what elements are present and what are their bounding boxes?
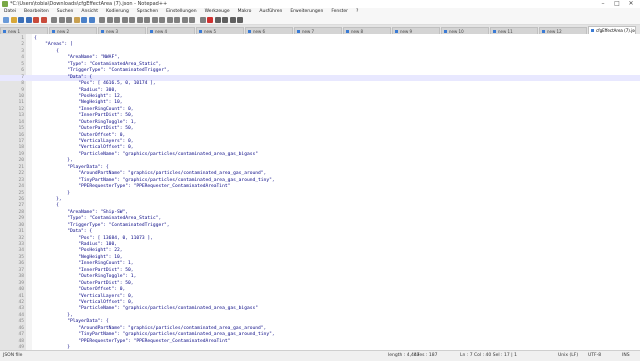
tab-new-4[interactable]: new 4 [147,27,195,34]
sync-v-icon[interactable] [129,17,135,23]
file-icon [297,29,300,33]
close-icon[interactable] [33,17,39,23]
replace-icon[interactable] [106,17,113,23]
menu-datei[interactable]: Datei [0,8,20,16]
menu-einstellungen[interactable]: Einstellungen [162,8,201,16]
tab-label: cfgEffectArea (7).json [596,28,635,33]
menu-ansicht[interactable]: Ansicht [77,8,102,16]
menu-werkzeuge[interactable]: Werkzeuge [201,8,234,16]
monitor-icon[interactable] [199,17,206,23]
tab-label: new 11 [498,28,513,34]
tab-new-3[interactable]: new 3 [98,27,146,34]
file-icon [395,29,398,33]
stop-icon[interactable] [214,17,221,23]
window-controls: – □ ✕ [596,0,638,8]
file-icon [591,29,594,32]
file-icon [493,29,496,33]
tab-active-file[interactable]: cfgEffectArea (7).json [588,26,636,34]
doc-map-icon[interactable] [174,17,180,23]
menu-kodierung[interactable]: Kodierung [102,8,133,16]
editor-area[interactable]: 1{2 "Areas": [3 {4 "AreaName": "NWAF", 5 … [0,34,640,350]
copy-icon[interactable] [66,17,72,23]
find-icon[interactable] [99,17,105,23]
paste-icon[interactable] [73,17,80,23]
file-icon [150,29,153,33]
tab-new-9[interactable]: new 9 [392,27,440,34]
minimize-button[interactable]: – [596,0,610,8]
window-title: *C:\Users\tobia\Downloads\cfgEffectArea … [10,1,168,7]
folder-ws-icon[interactable] [189,17,195,23]
close-window-button[interactable]: ✕ [624,0,638,8]
tab-label: new 7 [302,28,315,34]
new-file-icon[interactable] [3,17,9,23]
play-multi-icon[interactable] [229,17,236,23]
tab-new-11[interactable]: new 11 [490,27,538,34]
file-icon [444,29,447,33]
code-lines: 1{2 "Areas": [3 {4 "AreaName": "NWAF", 5 … [0,36,640,350]
zoom-in-icon[interactable] [114,17,120,23]
wrap-icon[interactable] [144,17,150,23]
maximize-button[interactable]: □ [610,0,624,8]
menu-sprachen[interactable]: Sprachen [133,8,162,16]
close-all-icon[interactable] [40,17,47,23]
undo-icon[interactable] [81,17,87,23]
tab-new-8[interactable]: new 8 [343,27,391,34]
tab-new-6[interactable]: new 6 [245,27,293,34]
cut-icon[interactable] [58,17,65,23]
tab-label: new 9 [400,28,413,34]
menu-ausfuehren[interactable]: Ausführen [255,8,286,16]
record-icon[interactable] [207,17,213,23]
menu-help[interactable]: ? [352,8,362,16]
tab-new-5[interactable]: new 5 [196,27,244,34]
tab-label: new 4 [155,28,168,34]
menu-suchen[interactable]: Suchen [53,8,78,16]
tab-new-10[interactable]: new 10 [441,27,489,34]
indent-guide-icon[interactable] [159,17,165,23]
menu-bearbeiten[interactable]: Bearbeiten [20,8,53,16]
tab-bar: new 1 new 2 new 3 new 4 new 5 new 6 new 7 new 8… [0,25,640,34]
tab-label: new 1 [8,28,21,34]
all-chars-icon[interactable] [151,17,158,23]
file-icon [199,29,202,33]
func-list-icon[interactable] [181,17,188,23]
sync-h-icon[interactable] [136,17,143,23]
file-icon [3,29,6,33]
file-icon [542,29,545,33]
tab-new-2[interactable]: new 2 [49,27,97,34]
zoom-out-icon[interactable] [121,17,128,23]
tab-label: new 3 [106,28,119,34]
redo-icon[interactable] [88,17,95,23]
save-all-icon[interactable] [25,17,32,23]
tab-new-12[interactable]: new 12 [539,27,587,34]
tab-label: new 8 [351,28,364,34]
notepadpp-app-icon [2,1,8,7]
tab-new-1[interactable]: new 1 [0,27,48,34]
save-icon[interactable] [18,17,24,23]
file-icon [346,29,349,33]
file-icon [248,29,251,33]
tab-label: new 6 [253,28,266,34]
lang-icon[interactable] [166,17,173,23]
menu-erweiterungen[interactable]: Erweiterungen [286,8,327,16]
tab-label: new 10 [449,28,464,34]
tab-new-7[interactable]: new 7 [294,27,342,34]
menu-makro[interactable]: Makro [234,8,256,16]
print-icon[interactable] [51,17,57,23]
play-icon[interactable] [222,17,228,23]
menu-fenster[interactable]: Fenster [327,8,352,16]
status-bar: JSON file length : 4,447 lines : 187 Ln … [0,350,640,361]
file-icon [52,29,55,33]
tab-label: new 5 [204,28,217,34]
tab-label: new 2 [57,28,70,34]
toolbar [0,16,640,25]
open-file-icon[interactable] [10,17,17,23]
menu-bar: Datei Bearbeiten Suchen Ansicht Kodierun… [0,8,640,16]
tab-label: new 12 [547,28,562,34]
save-macro-icon[interactable] [237,17,243,23]
file-icon [101,29,104,33]
